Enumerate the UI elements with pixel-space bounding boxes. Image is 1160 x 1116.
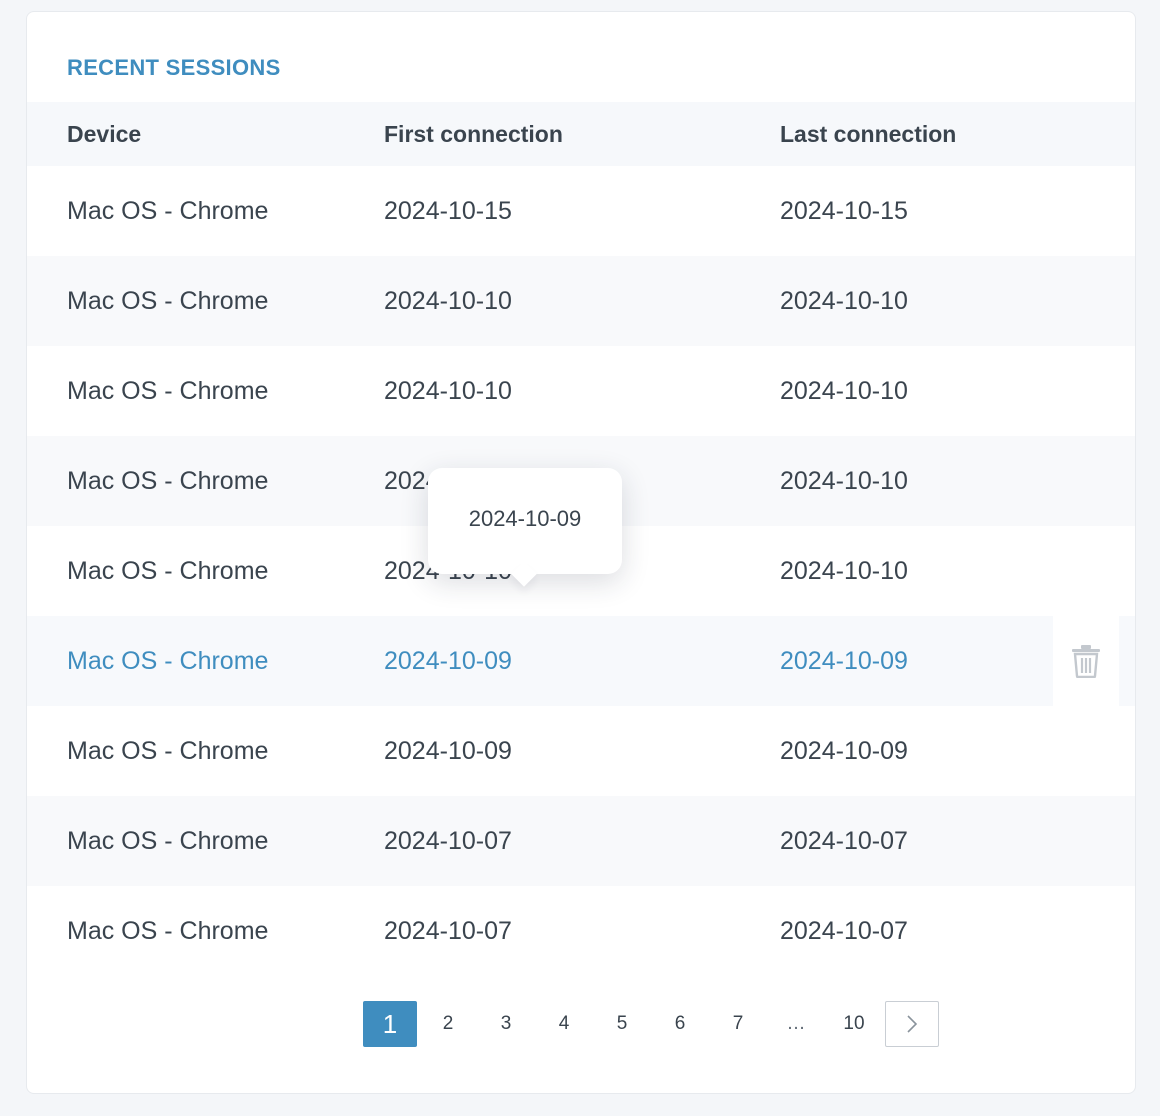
- chevron-right-icon: [907, 1015, 918, 1033]
- page-button[interactable]: 1: [363, 1001, 417, 1047]
- delete-session-button[interactable]: [1053, 616, 1119, 706]
- table-row[interactable]: Mac OS - Chrome 2024-10-07 2024-10-07: [27, 796, 1135, 886]
- cell-last-connection: 2024-10-10: [780, 286, 908, 315]
- cell-first-connection: 2024-10-09: [384, 736, 512, 765]
- page-button[interactable]: 2: [421, 1001, 475, 1047]
- column-header-last-connection: Last connection: [780, 120, 957, 147]
- cell-device: Mac OS - Chrome: [67, 196, 269, 225]
- date-tooltip: 2024-10-09: [428, 468, 622, 574]
- table-row[interactable]: Mac OS - Chrome 2024-10-09 2024-10-09: [27, 706, 1135, 796]
- page-button[interactable]: 10: [827, 1001, 881, 1047]
- cell-last-connection: 2024-10-15: [780, 196, 908, 225]
- table-row[interactable]: Mac OS - Chrome 2024-10-10 2024-10-10: [27, 256, 1135, 346]
- cell-device: Mac OS - Chrome: [67, 556, 269, 585]
- section-title: RECENT SESSIONS: [67, 55, 281, 80]
- cell-device: Mac OS - Chrome: [67, 376, 269, 405]
- column-header-device: Device: [67, 120, 142, 147]
- cell-device: Mac OS - Chrome: [67, 286, 269, 315]
- page-list: 1 2 3 4 5 6 7 … 10: [363, 1001, 885, 1047]
- cell-last-connection: 2024-10-10: [780, 466, 908, 495]
- page-button[interactable]: 4: [537, 1001, 591, 1047]
- cell-first-connection: 2024-10-10: [384, 376, 512, 405]
- cell-device: Mac OS - Chrome: [67, 466, 269, 495]
- cell-last-connection: 2024-10-10: [780, 376, 908, 405]
- cell-device: Mac OS - Chrome: [67, 646, 269, 675]
- next-page-button[interactable]: [885, 1001, 939, 1047]
- cell-last-connection: 2024-10-09: [780, 736, 908, 765]
- table-row[interactable]: Mac OS - Chrome 2024-10-07 2024-10-07: [27, 886, 1135, 976]
- table-row[interactable]: Mac OS - Chrome 2024-10-15 2024-10-15: [27, 166, 1135, 256]
- trash-icon: [1072, 645, 1100, 678]
- cell-last-connection: 2024-10-10: [780, 556, 908, 585]
- cell-device: Mac OS - Chrome: [67, 916, 269, 945]
- table-row[interactable]: Mac OS - Chrome 2024-10-09 2024-10-09: [27, 616, 1135, 706]
- table-row[interactable]: Mac OS - Chrome 2024-10-10 2024-10-10: [27, 346, 1135, 436]
- pagination: 1 2 3 4 5 6 7 … 10: [363, 1001, 939, 1047]
- column-header-first-connection: First connection: [384, 120, 563, 147]
- page-button[interactable]: 5: [595, 1001, 649, 1047]
- page-button[interactable]: 6: [653, 1001, 707, 1047]
- cell-last-connection: 2024-10-07: [780, 916, 908, 945]
- tooltip-text: 2024-10-09: [468, 506, 582, 531]
- page-button[interactable]: 7: [711, 1001, 765, 1047]
- cell-first-connection: 2024-10-09: [384, 646, 512, 675]
- page-button[interactable]: 3: [479, 1001, 533, 1047]
- cell-first-connection: 2024-10-10: [384, 286, 512, 315]
- cell-first-connection: 2024-10-15: [384, 196, 512, 225]
- pagination-ellipsis: …: [786, 1013, 806, 1034]
- cell-first-connection: 2024-10-07: [384, 916, 512, 945]
- cell-last-connection: 2024-10-09: [780, 646, 908, 675]
- cell-device: Mac OS - Chrome: [67, 826, 269, 855]
- cell-device: Mac OS - Chrome: [67, 736, 269, 765]
- cell-first-connection: 2024-10-07: [384, 826, 512, 855]
- table-header: Device First connection Last connection: [27, 102, 1135, 166]
- cell-last-connection: 2024-10-07: [780, 826, 908, 855]
